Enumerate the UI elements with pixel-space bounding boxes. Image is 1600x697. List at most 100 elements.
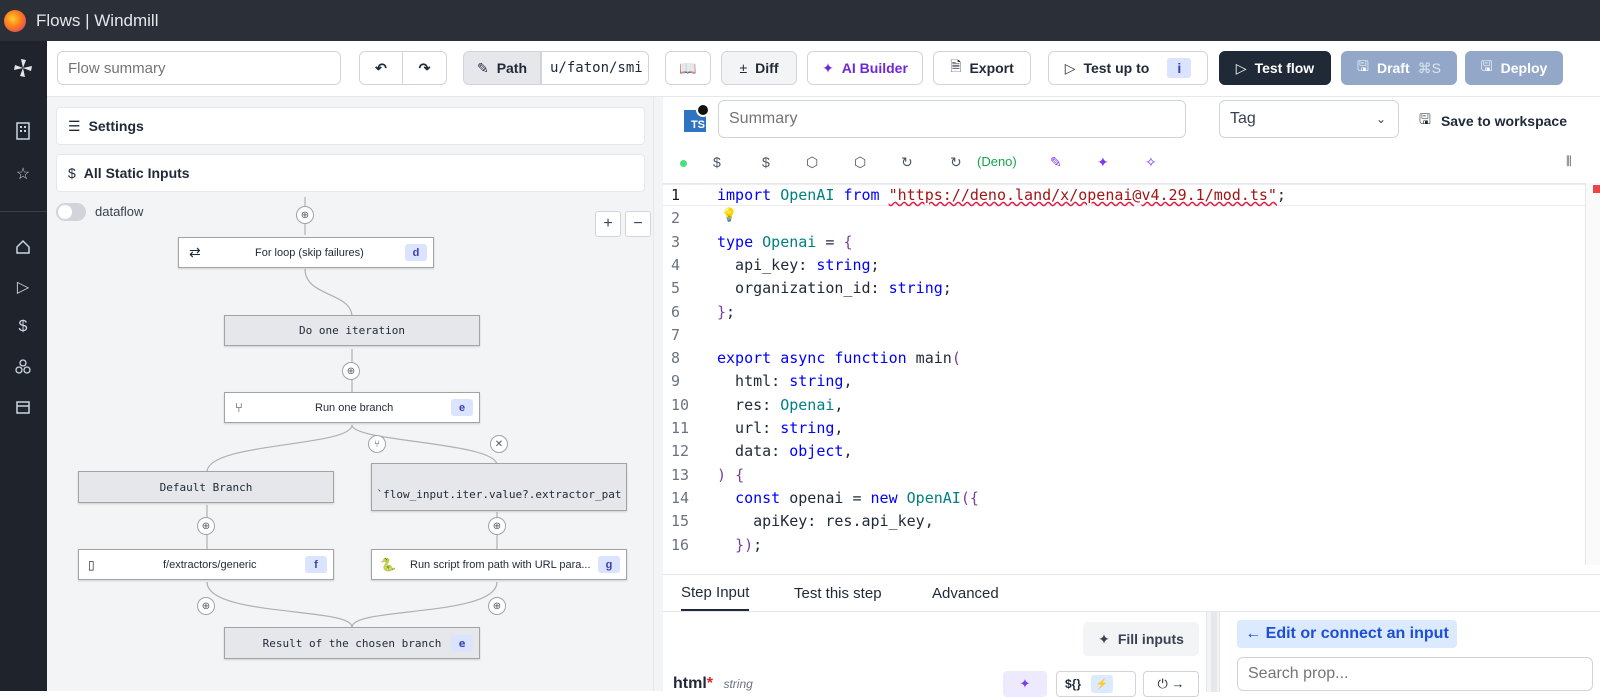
star-icon[interactable]: ☆ <box>10 161 36 187</box>
test-up-to-button[interactable]: ▷ Test up to i <box>1048 51 1208 85</box>
bottom-panel-splitter[interactable] <box>1206 612 1220 692</box>
test-up-to-badge: i <box>1167 58 1192 78</box>
diff-button[interactable]: ± Diff <box>721 51 797 85</box>
cube-icon[interactable]: ⬡ <box>806 154 818 171</box>
code-line: ) { <box>717 465 745 484</box>
reload-deno-icon[interactable]: ↻ <box>950 154 962 171</box>
line-number: 4 <box>671 255 681 274</box>
flow-toolbar: ↶ ↷ ✎Path u/faton/smi 📖 ±Diff ✦AI Builde… <box>47 41 1600 97</box>
line-number: 11 <box>671 419 690 437</box>
undo-icon: ↶ <box>375 59 387 76</box>
tag-select[interactable]: Tag ⌄ <box>1219 100 1399 138</box>
ai-wand-icon[interactable]: ✦ <box>1097 154 1109 171</box>
export-button[interactable]: 🗎 Export <box>933 51 1031 85</box>
flow-node-run-script[interactable]: 🐍 Run script from path with URL para... … <box>371 549 627 580</box>
test-flow-button[interactable]: ▷ Test flow <box>1219 51 1331 85</box>
deploy-button[interactable]: 🖫 Deploy <box>1465 51 1563 85</box>
code-line: html: string, <box>717 372 853 391</box>
remove-branch-button[interactable]: ✕ <box>490 435 508 453</box>
code-line: }); <box>735 535 763 554</box>
chevron-down-icon: ⌄ <box>1375 112 1386 126</box>
code-line: apiKey: res.api_key, <box>717 512 934 531</box>
docs-button[interactable]: 📖 <box>665 51 711 85</box>
line-number: 15 <box>671 512 690 531</box>
save-to-workspace-button[interactable]: 🖫 Save to workspace <box>1419 109 1567 133</box>
fill-inputs-button[interactable]: ✦ Fill inputs <box>1083 622 1199 656</box>
book-icon: 📖 <box>679 59 697 76</box>
flow-node-do-one-iteration[interactable]: Do one iteration <box>224 315 480 346</box>
resource-insert-icon[interactable]: $ <box>762 154 770 170</box>
boxes-icon[interactable] <box>10 354 36 380</box>
connect-plug-button[interactable]: ⏻ → <box>1143 671 1199 697</box>
cube-outline-icon[interactable]: ⬡ <box>854 154 866 171</box>
calendar-icon[interactable] <box>10 394 36 420</box>
building-icon[interactable] <box>10 118 36 144</box>
editor-scrollbar[interactable] <box>1585 183 1600 565</box>
add-step-button[interactable]: ⊕ <box>197 597 215 615</box>
panel-divider[interactable] <box>653 97 663 691</box>
branch-icon: ⑂ <box>235 400 243 415</box>
dollar-icon[interactable]: $ <box>10 314 36 340</box>
window-title: Flows | Windmill <box>36 10 159 30</box>
add-step-button[interactable]: ⊕ <box>296 206 314 224</box>
add-step-button[interactable]: ⊕ <box>488 597 506 615</box>
home-icon[interactable] <box>10 234 36 260</box>
flow-node-result-branch[interactable]: Result of the chosen branch e <box>224 627 480 659</box>
script-icon: ▯ <box>88 557 95 572</box>
save-icon: 🖫 <box>1419 111 1431 127</box>
code-line: url: string, <box>717 419 844 437</box>
add-step-button[interactable]: ⊕ <box>197 517 215 535</box>
library-icon[interactable]: ⫼ <box>1566 154 1572 169</box>
line-number: 12 <box>671 442 690 461</box>
flow-node-branch-condition[interactable]: `flow_input.iter.value?.extractor_pat <box>371 463 627 511</box>
variable-insert-icon[interactable]: $ <box>713 154 721 170</box>
line-number: 10 <box>671 395 690 414</box>
undo-button[interactable]: ↶ <box>359 51 403 85</box>
magic-wand-icon: ✦ <box>1098 630 1110 647</box>
status-dot <box>680 160 687 167</box>
line-number: 3 <box>671 232 681 251</box>
line-number: 9 <box>671 372 681 391</box>
path-value[interactable]: u/faton/smi <box>541 51 649 85</box>
flow-node-extractors-generic[interactable]: ▯ f/extractors/generic f <box>78 549 334 580</box>
tab-advanced[interactable]: Advanced <box>932 575 999 611</box>
windmill-logo-icon[interactable] <box>10 55 36 81</box>
code-editor[interactable]: 1 import OpenAI from "https://deno.land/x… <box>663 183 1585 565</box>
deno-label: (Deno) <box>977 154 1017 169</box>
ai-builder-button[interactable]: ✦ AI Builder <box>807 51 923 85</box>
pencil-icon: ✎ <box>476 59 489 76</box>
search-prop-input[interactable] <box>1237 657 1593 691</box>
ai-sparkle-icon[interactable]: ✧ <box>1145 154 1157 171</box>
ai-fill-field-button[interactable]: ✦ <box>1003 671 1047 697</box>
flow-node-default-branch[interactable]: Default Branch <box>78 471 334 503</box>
editor-header: TS Tag ⌄ 🖫 Save to workspace <box>663 97 1600 183</box>
step-summary-input[interactable] <box>718 100 1186 138</box>
tab-test-this-step[interactable]: Test this step <box>794 575 882 611</box>
tab-step-input[interactable]: Step Input <box>681 575 750 611</box>
reload-icon[interactable]: ↻ <box>901 154 913 171</box>
add-step-button[interactable]: ⊕ <box>488 517 506 535</box>
flow-node-for-loop[interactable]: ⇄ For loop (skip failures) d <box>178 237 434 268</box>
code-line: api_key: string; <box>717 255 880 274</box>
redo-button[interactable]: ↷ <box>403 51 447 85</box>
tabs-underline <box>663 611 1600 612</box>
draft-button[interactable]: 🖫 Draft ⌘S <box>1341 51 1457 85</box>
code-line: type Openai = { <box>717 232 853 251</box>
line-number: 2 <box>671 209 681 228</box>
deno-icon <box>696 103 710 117</box>
mode-active-icon: ⚡ <box>1091 675 1114 693</box>
add-branch-button[interactable]: ⑂ <box>368 435 386 453</box>
redo-icon: ↷ <box>418 59 431 76</box>
add-step-button[interactable]: ⊕ <box>342 362 360 380</box>
lightbulb-icon[interactable]: 💡 <box>721 207 737 223</box>
format-icon[interactable]: ✎ <box>1050 154 1062 171</box>
input-mode-toggle[interactable]: ${} ⚡ <box>1056 671 1136 697</box>
play-icon: ▷ <box>1235 59 1247 76</box>
edit-connect-input-button[interactable]: ← Edit or connect an input <box>1237 620 1457 648</box>
play-icon[interactable]: ▷ <box>10 274 36 300</box>
flow-node-run-one-branch[interactable]: ⑂ Run one branch e <box>224 392 480 423</box>
path-button[interactable]: ✎ Path <box>463 51 541 85</box>
flow-summary-input[interactable] <box>57 51 341 85</box>
file-export-icon: 🗎 <box>950 58 962 74</box>
firefox-icon <box>4 9 26 32</box>
